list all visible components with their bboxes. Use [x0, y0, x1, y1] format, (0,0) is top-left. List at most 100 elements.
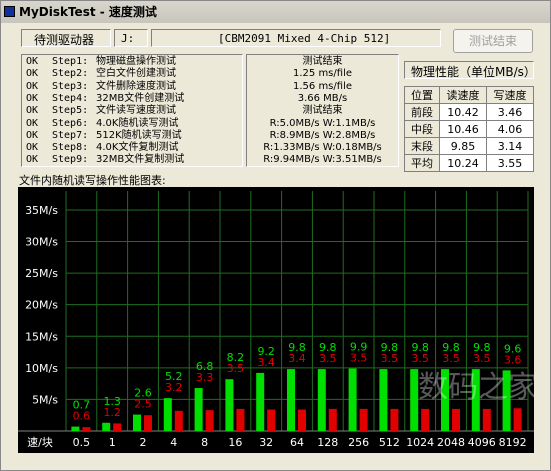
y-tick-label: 15M/s — [25, 330, 58, 343]
bar-write — [421, 408, 430, 431]
x-tick-label: 4096 — [468, 436, 496, 449]
data-label-write: 3.3 — [196, 371, 214, 384]
y-tick-label: 10M/s — [25, 362, 58, 375]
step-number: Step1: — [52, 56, 89, 67]
bar-write — [482, 408, 491, 431]
perf-position: 中段 — [404, 120, 440, 138]
bar-read — [348, 368, 357, 431]
app-icon — [4, 6, 15, 17]
step-number: Step9: — [52, 154, 89, 166]
step-status: OK — [26, 129, 39, 141]
title-bar[interactable]: MyDiskTest - 速度测试 — [1, 1, 550, 23]
bar-write — [236, 408, 245, 431]
step-number: Step8: — [52, 142, 89, 154]
x-tick-label: 8192 — [499, 436, 527, 449]
perf-value: 3.46 — [486, 103, 534, 121]
step-status: OK — [26, 154, 39, 166]
perf-position: 前段 — [404, 103, 440, 121]
bar-write — [359, 408, 368, 431]
step-name: 空白文件创建测试 — [96, 68, 176, 80]
x-tick-label: 1 — [109, 436, 116, 449]
drive-label-box: 待测驱动器 — [21, 29, 111, 47]
bar-write — [82, 427, 91, 431]
x-tick-label: 2048 — [437, 436, 465, 449]
x-axis-label: 速/块 — [27, 436, 53, 449]
result-list: 测试结束 1.25 ms/file 1.56 ms/file 3.66 MB/s 测试结… — [246, 54, 399, 167]
bar-read — [225, 379, 234, 431]
perf-position: 平均 — [404, 154, 440, 172]
x-tick-label: 512 — [379, 436, 400, 449]
bar-read — [317, 369, 326, 431]
step-name: 4.0K随机读写测试 — [96, 117, 179, 129]
bar-write — [452, 408, 460, 431]
perf-title: 物理性能（单位MB/s） — [411, 65, 536, 79]
perf-value: 3.55 — [486, 154, 534, 172]
perf-header-cell: 位置 — [404, 86, 440, 104]
step-status: OK — [26, 142, 39, 154]
bar-read — [379, 369, 388, 431]
data-label-write: 3.5 — [350, 351, 368, 364]
data-label-write: 0.6 — [73, 410, 91, 423]
data-label-write: 2.5 — [134, 398, 152, 411]
window-title: MyDiskTest - 速度测试 — [19, 5, 157, 19]
y-tick-label: 20M/s — [25, 299, 58, 312]
device-name: [CBM2091 Mixed 4-Chip 512] — [218, 32, 391, 45]
data-label-write: 3.5 — [411, 352, 429, 365]
result-line: 测试结束 — [302, 56, 343, 67]
data-label-write: 3.5 — [319, 352, 337, 365]
data-label-write: 3.4 — [257, 356, 275, 369]
result-line: 3.66 MB/s — [297, 92, 348, 104]
x-tick-label: 32 — [259, 436, 273, 449]
step-number: Step2: — [52, 68, 89, 80]
x-tick-label: 16 — [228, 436, 242, 449]
app-window: MyDiskTest - 速度测试 待测驱动器 J: [CBM2091 Mixe… — [0, 0, 551, 471]
step-list: OK Step1: 物理磁盘操作测试 OK Step2: 空白文件创建测试 OK Step3:… — [21, 54, 243, 167]
bar-read — [410, 369, 419, 431]
step-number: Step3: — [52, 80, 89, 92]
step-status: OK — [26, 105, 39, 117]
step-name: 文件删除速度测试 — [96, 80, 176, 92]
step-status: OK — [26, 56, 39, 67]
finish-test-button[interactable]: 测试结束 — [453, 29, 533, 53]
x-tick-label: 8 — [201, 436, 208, 449]
y-tick-label: 30M/s — [25, 236, 58, 249]
drive-letter-box[interactable]: J: — [114, 29, 148, 47]
perf-row: 平均 10.24 3.55 — [404, 154, 534, 172]
result-line: 1.56 ms/file — [293, 80, 352, 92]
step-name: 文件读写速度测试 — [96, 105, 176, 117]
x-tick-label: 4 — [170, 436, 177, 449]
bar-write — [328, 408, 337, 431]
y-tick-label: 25M/s — [25, 267, 58, 280]
data-label-write: 3.5 — [381, 352, 399, 365]
result-line: R:1.33MB/s W:0.18MB/s — [263, 142, 382, 154]
device-name-box: [CBM2091 Mixed 4-Chip 512] — [151, 29, 441, 47]
x-tick-label: 2 — [140, 436, 147, 449]
bar-read — [163, 398, 172, 431]
bar-write — [298, 409, 306, 431]
step-number: Step4: — [52, 92, 89, 104]
perf-value: 10.24 — [439, 154, 487, 172]
perf-row: 中段 10.46 4.06 — [404, 120, 534, 138]
step-name: 512K随机读写测试 — [96, 129, 182, 141]
data-label-write: 3.4 — [288, 352, 306, 365]
step-status: OK — [26, 80, 39, 92]
result-line: R:5.0MB/s W:1.1MB/s — [269, 117, 376, 129]
x-tick-label: 0.5 — [73, 436, 91, 449]
bar-write — [113, 423, 122, 431]
drive-letter: J: — [121, 32, 135, 45]
data-label-write: 3.5 — [442, 352, 460, 365]
bar-read — [71, 426, 80, 431]
bar-read — [102, 422, 111, 431]
perf-value: 3.14 — [486, 137, 534, 155]
bar-read — [194, 388, 203, 431]
data-label-write: 1.2 — [103, 406, 121, 419]
speed-chart-svg: 5M/s10M/s15M/s20M/s25M/s30M/s35M/s速/块0.7… — [18, 191, 538, 449]
speed-chart: 5M/s 10M/s 15M/s 20M/s 25M/s 30M/s 35M/s 速/块 0.7… — [18, 187, 538, 453]
step-status: OK — [26, 68, 39, 80]
result-line: R:9.94MB/s W:3.51MB/s — [263, 154, 382, 166]
result-line: 测试结束 — [302, 105, 343, 117]
bar-write — [513, 408, 522, 431]
drive-label: 待测驱动器 — [34, 33, 95, 47]
perf-row: 前段 10.42 3.46 — [404, 103, 534, 121]
step-number: Step6: — [52, 117, 89, 129]
